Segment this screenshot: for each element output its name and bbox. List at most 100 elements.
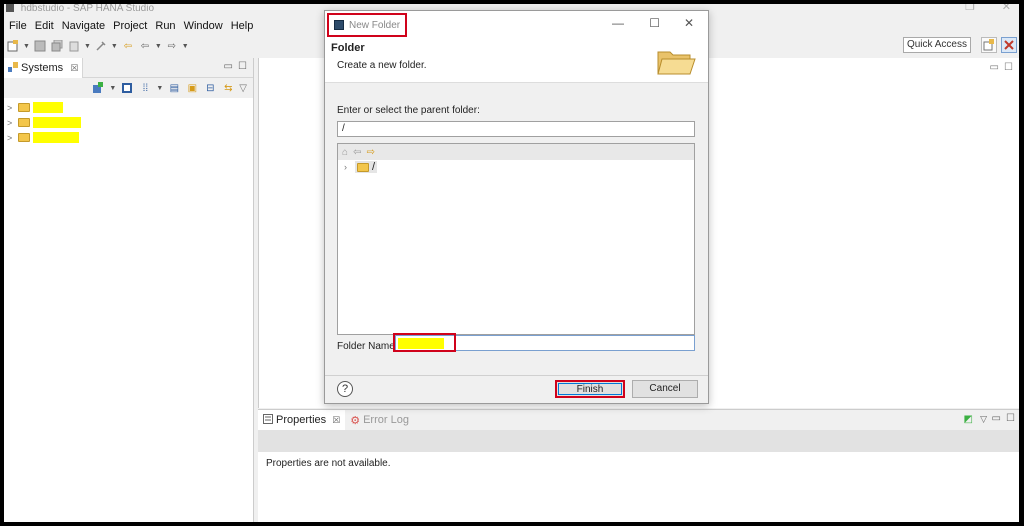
menu-bar: File Edit Navigate Project Run Window He… <box>4 18 257 34</box>
menu-navigate[interactable]: Navigate <box>58 18 109 34</box>
menu-window[interactable]: Window <box>180 18 227 34</box>
dialog-footer: ? Finish Cancel <box>325 375 708 403</box>
folder-name-highlight <box>393 333 456 352</box>
folder-icon <box>18 103 30 112</box>
menu-file[interactable]: File <box>5 18 31 34</box>
last-edit-icon[interactable]: ⇦ <box>121 39 135 53</box>
forward-icon[interactable]: ⇨ <box>366 147 374 158</box>
properties-tabbar: Properties ☒ ⚙ Error Log ◩ ▽ ▭ ☐ <box>258 410 1019 430</box>
dialog-body: Enter or select the parent folder: / ⌂ ⇦… <box>325 83 708 377</box>
open-perspective-icon[interactable] <box>981 37 997 53</box>
close-icon[interactable]: ✕ <box>1002 4 1011 13</box>
tab-properties[interactable]: Properties ☒ <box>258 410 346 430</box>
add-system-icon[interactable] <box>91 81 105 95</box>
import-icon[interactable]: ▣ <box>185 81 199 95</box>
chevron-right-icon[interactable]: > <box>7 133 15 143</box>
publish-dropdown-icon[interactable]: ▼ <box>84 43 91 50</box>
menu-help[interactable]: Help <box>227 18 258 34</box>
error-log-icon: ⚙ <box>350 414 361 427</box>
tab-error-log[interactable]: ⚙ Error Log <box>345 410 414 430</box>
redacted-label <box>33 132 79 143</box>
view-menu-icon[interactable]: ▽ <box>239 83 247 94</box>
systems-toolbar: ▼ ⁞⁞ ▼ ▤ ▣ ⊟ ⇆ ▽ <box>4 78 253 98</box>
minimize-icon[interactable]: ▭ <box>992 413 1001 424</box>
chevron-right-icon[interactable]: › <box>344 162 352 172</box>
maximize-icon[interactable]: ☐ <box>1004 62 1013 73</box>
back-icon[interactable]: ⇦ <box>353 147 361 158</box>
build-icon[interactable] <box>94 39 108 53</box>
sql-console-icon[interactable] <box>120 81 134 95</box>
finish-button-label: Finish <box>558 383 622 395</box>
parent-folder-input[interactable]: / <box>337 121 695 137</box>
pin-icon[interactable]: ◩ <box>964 414 973 425</box>
folder-icon <box>357 162 369 172</box>
publish-icon[interactable] <box>67 39 81 53</box>
menu-edit[interactable]: Edit <box>31 18 58 34</box>
tree-item[interactable]: > <box>4 100 253 115</box>
finish-button[interactable]: Finish <box>555 380 625 398</box>
quick-access-field[interactable]: Quick Access <box>902 37 971 53</box>
close-icon[interactable]: ✕ <box>684 16 694 30</box>
help-button[interactable]: ? <box>337 381 353 397</box>
tree-root-label: / <box>372 161 376 173</box>
back-dropdown-icon[interactable]: ▼ <box>155 43 162 50</box>
tree-item-selection[interactable]: / <box>355 161 378 173</box>
new-dropdown-icon[interactable]: ▼ <box>23 43 30 50</box>
folder-tree-toolbar: ⌂ ⇦ ⇨ <box>338 144 694 160</box>
close-icon[interactable]: ☒ <box>332 415 340 426</box>
back-icon[interactable]: ⇦ <box>138 39 152 53</box>
dialog-header-title: Folder <box>331 42 365 54</box>
cancel-button[interactable]: Cancel <box>632 380 698 398</box>
dialog-title: New Folder <box>349 19 401 31</box>
add-system-dropdown-icon[interactable]: ▼ <box>109 85 116 92</box>
chevron-right-icon[interactable]: > <box>7 103 15 113</box>
minimize-icon[interactable]: ▭ <box>990 62 999 73</box>
systems-view: Systems ☒ ▭ ☐ ▼ ⁞⁞ ▼ ▤ ▣ ⊟ ⇆ ▽ > > > <box>4 58 254 522</box>
tree-item[interactable]: > <box>4 130 253 145</box>
systems-view-tabbar: Systems ☒ ▭ ☐ <box>4 58 253 78</box>
maximize-icon[interactable]: ☐ <box>238 61 247 72</box>
minimize-icon[interactable]: — <box>612 16 624 30</box>
properties-icon <box>263 413 273 427</box>
chevron-right-icon[interactable]: > <box>7 118 15 128</box>
save-icon[interactable] <box>33 39 47 53</box>
menu-project[interactable]: Project <box>109 18 151 34</box>
properties-message: Properties are not available. <box>266 458 391 469</box>
parent-folder-label: Enter or select the parent folder: <box>337 105 480 116</box>
tab-systems[interactable]: Systems ☒ <box>4 58 84 78</box>
minimize-icon[interactable]: ▭ <box>224 61 233 72</box>
hana-perspective-icon[interactable] <box>1001 37 1017 53</box>
restore-icon[interactable]: ❐ <box>965 4 975 13</box>
tree-item[interactable]: › / <box>338 160 694 174</box>
systems-icon <box>8 61 18 75</box>
view-menu-icon[interactable]: ▽ <box>980 414 987 425</box>
dialog-title-highlight: New Folder <box>327 13 407 37</box>
home-icon[interactable]: ⌂ <box>342 147 348 158</box>
maximize-icon[interactable]: ☐ <box>1006 413 1015 424</box>
properties-view: Properties ☒ ⚙ Error Log ◩ ▽ ▭ ☐ Propert… <box>258 409 1019 522</box>
forward-icon[interactable]: ⇨ <box>165 39 179 53</box>
redacted-label <box>33 117 81 128</box>
app-icon <box>6 4 14 12</box>
window-title: hdbstudio - SAP HANA Studio <box>20 4 155 14</box>
filter-icon[interactable]: ⁞⁞ <box>138 81 152 95</box>
dialog-titlebar: New Folder — ☐ ✕ <box>325 11 708 37</box>
new-icon[interactable] <box>6 39 20 53</box>
filter-dropdown-icon[interactable]: ▼ <box>156 85 163 92</box>
collapse-all-icon[interactable]: ⊟ <box>203 81 217 95</box>
link-editor-icon[interactable]: ⇆ <box>221 81 235 95</box>
menu-run[interactable]: Run <box>151 18 179 34</box>
build-dropdown-icon[interactable]: ▼ <box>111 43 118 50</box>
properties-tab-label: Properties <box>276 414 327 426</box>
close-icon[interactable]: ☒ <box>70 63 78 74</box>
app-window: hdbstudio - SAP HANA Studio ❐ ✕ File Edi… <box>4 4 1019 522</box>
forward-dropdown-icon[interactable]: ▼ <box>182 43 189 50</box>
expand-icon[interactable]: ▤ <box>167 81 181 95</box>
dialog-header-subtitle: Create a new folder. <box>337 60 427 71</box>
systems-tree: > > > <box>4 98 253 145</box>
save-all-icon[interactable] <box>50 39 64 53</box>
folder-name-label: Folder Name: <box>337 341 398 352</box>
new-folder-dialog: New Folder — ☐ ✕ Folder Create a new fol… <box>324 10 709 404</box>
maximize-icon[interactable]: ☐ <box>649 16 660 30</box>
tree-item[interactable]: > <box>4 115 253 130</box>
